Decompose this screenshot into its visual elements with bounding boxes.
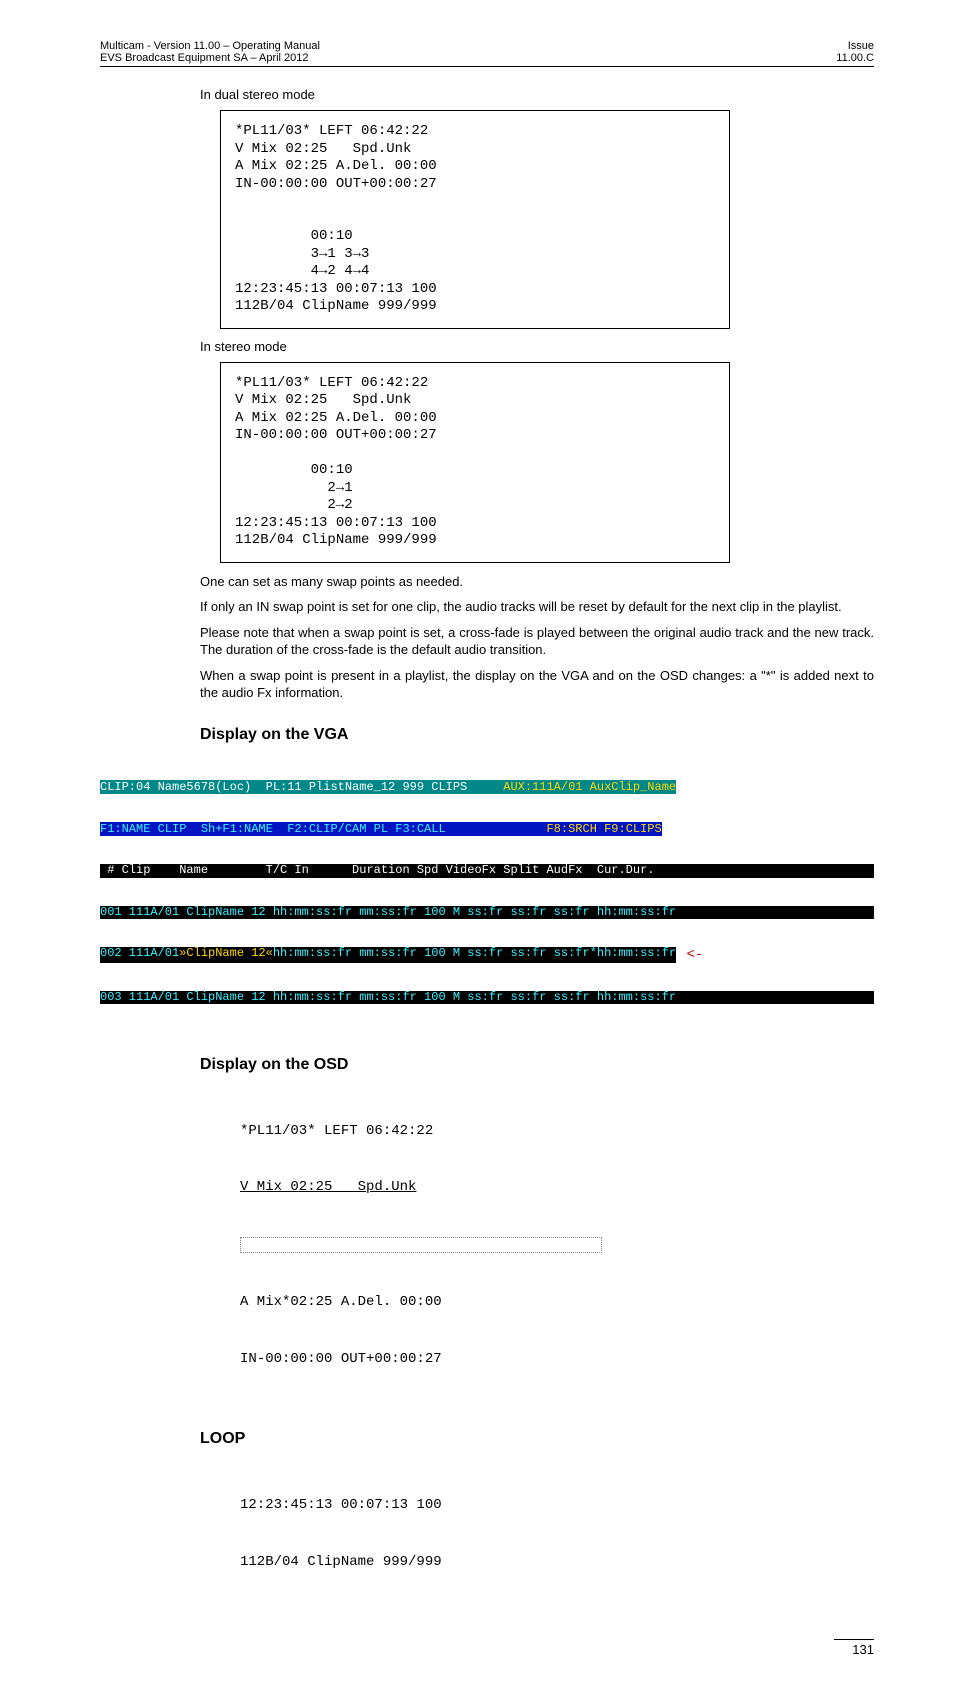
header-right-line2: 11.00.C [836,52,874,64]
vga-line1b: AUX:111A/01 AuxClip_Name [503,780,676,794]
vga-line5a: 002 111A/01 [100,947,179,963]
vga-line5b: » [179,947,186,963]
para-4: When a swap point is present in a playli… [200,667,874,702]
vga-line5d: « [266,947,273,963]
vga-line6: 003 111A/01 ClipName 12 hh:mm:ss:fr mm:s… [100,991,874,1005]
vga-line2c: F8:SRCH F9:CLIPS [546,822,661,836]
heading-loop: LOOP [200,1430,874,1448]
vga-line4: 001 111A/01 ClipName 12 hh:mm:ss:fr mm:s… [100,906,874,920]
header-left-line1: Multicam - Version 11.00 – Operating Man… [100,40,320,52]
vga-line3: # Clip Name T/C In Duration Spd VideoFx … [100,864,874,878]
vga-line5c: ClipName 12 [186,947,265,963]
label-stereo: In stereo mode [200,339,874,354]
osd-block: *PL11/03* LEFT 06:42:22 V Mix 02:25 Spd.… [240,1084,874,1406]
para-1: One can set as many swap points as neede… [200,573,874,591]
vga-line2a: F1:NAME CLIP Sh+F1:NAME F2:CLIP/CAM PL F… [100,822,446,836]
vga-line5e: hh:mm:ss:fr mm:ss:fr 100 M ss:fr ss:fr s… [273,947,676,963]
loop-line2: 112B/04 ClipName 999/999 [240,1553,874,1572]
heading-osd: Display on the OSD [200,1056,874,1074]
para-3: Please note that when a swap point is se… [200,624,874,659]
osd-line1: *PL11/03* LEFT 06:42:22 [240,1122,874,1141]
heading-vga: Display on the VGA [200,726,874,744]
header-left-line2: EVS Broadcast Equipment SA – April 2012 [100,52,320,64]
para-2: If only an IN swap point is set for one … [200,598,874,616]
loop-line1: 12:23:45:13 00:07:13 100 [240,1496,874,1515]
vga-terminal: CLIP:04 Name5678(Loc) PL:11 PlistName_12… [100,754,874,1032]
label-dual-stereo: In dual stereo mode [200,87,874,102]
page-number: 131 [834,1639,874,1657]
vga-line2b [446,822,547,836]
osd-line3: A Mix*02:25 A.Del. 00:00 [240,1293,874,1312]
osd-line4: IN-00:00:00 OUT+00:00:27 [240,1350,874,1369]
osd-line2: V Mix 02:25 Spd.Unk [240,1178,874,1197]
vga-line1a: CLIP:04 Name5678(Loc) PL:11 PlistName_12… [100,780,503,794]
loop-block: 12:23:45:13 00:07:13 100 112B/04 ClipNam… [240,1458,874,1609]
osd-dotted-box [240,1237,602,1253]
code-stereo: *PL11/03* LEFT 06:42:22 V Mix 02:25 Spd.… [220,362,730,563]
page-header: Multicam - Version 11.00 – Operating Man… [100,40,874,67]
vga-line5-arrow: <- [678,947,703,963]
code-dual-stereo: *PL11/03* LEFT 06:42:22 V Mix 02:25 Spd.… [220,110,730,329]
header-right-line1: Issue [836,40,874,52]
